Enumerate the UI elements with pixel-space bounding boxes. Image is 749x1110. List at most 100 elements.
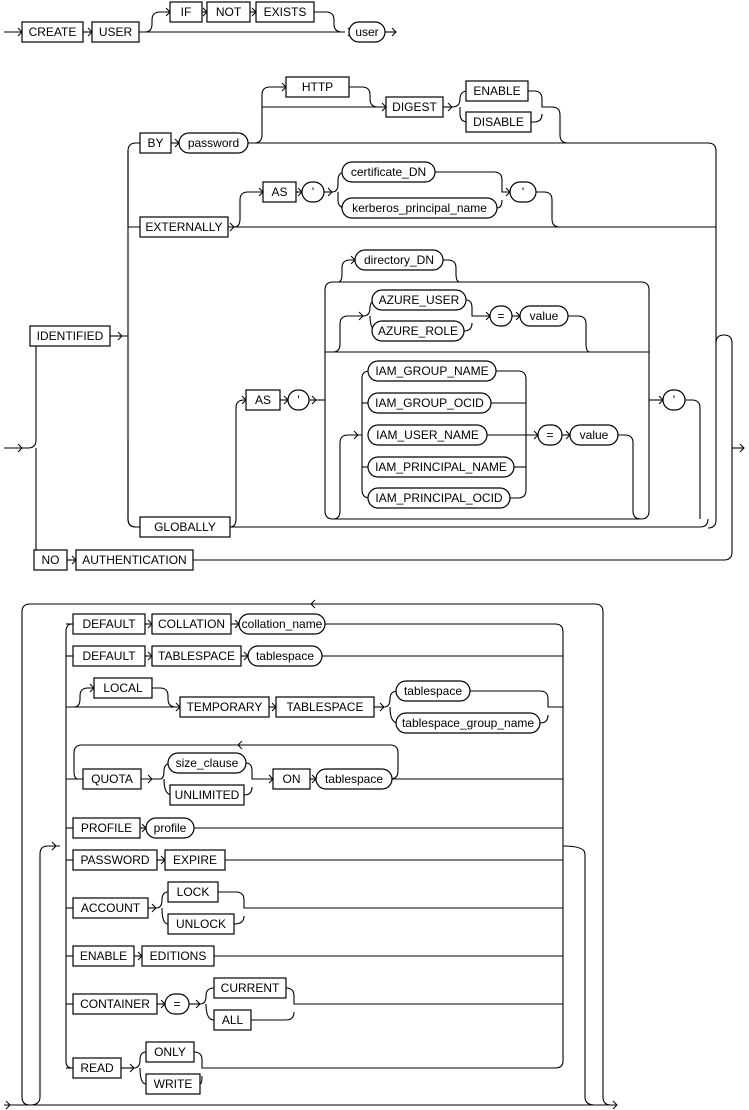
connector [443, 259, 461, 283]
nonterminal-iam-principal-ocid-label: IAM_PRINCIPAL_OCID [375, 491, 502, 505]
keyword-password-label: PASSWORD [80, 853, 149, 867]
connector [133, 1051, 147, 1069]
nonterminal-tablespace: tablespace [247, 645, 323, 667]
keyword-by-label: BY [147, 136, 163, 150]
keyword-globally-label: GLOBALLY [154, 520, 216, 534]
keyword-enable-label: ENABLE [473, 84, 520, 98]
keyword-expire-label: EXPIRE [173, 853, 217, 867]
connector [285, 987, 563, 1005]
connector [127, 440, 140, 528]
nonterminal-certificate-dn: certificate_DN [341, 161, 436, 183]
keyword-identified-label: IDENTIFIED [37, 329, 104, 343]
nonterminal-iam-group-ocid: IAM_GROUP_OCID [367, 392, 492, 414]
keyword-account: ACCOUNT [72, 897, 149, 919]
connector [349, 86, 386, 108]
keyword-enable-editions: ENABLE [72, 945, 135, 967]
keyword-tablespace-temp: TABLESPACE [275, 696, 375, 718]
keyword-local: LOCAL [93, 677, 153, 699]
keyword-temporary-label: TEMPORARY [187, 700, 263, 714]
nonterminal-iam-group-name-label: IAM_GROUP_NAME [375, 364, 488, 378]
keyword-user-label: USER [99, 25, 133, 39]
nonterminal-tablespace-group-name-label: tablespace_group_name [402, 716, 534, 730]
connector [39, 845, 60, 1097]
nonterminal-certificate-dn-label: certificate_DN [351, 165, 426, 179]
connector [122, 142, 140, 337]
nonterminal-profile: profile [145, 817, 195, 839]
nonterminal-tablespace-temp: tablespace [395, 680, 471, 702]
connector [205, 1003, 215, 1021]
keyword-enable: ENABLE [465, 80, 529, 102]
keyword-account-label: ACCOUNT [81, 901, 141, 915]
keyword-create: CREATE [21, 21, 84, 43]
connector [463, 322, 473, 332]
quote-mark-globally-close-label: ' [673, 393, 675, 407]
keyword-expire: EXPIRE [164, 849, 226, 871]
connector [199, 987, 215, 1005]
keyword-externally-label: EXTERNALLY [145, 220, 222, 234]
nonterminal-azure-role: AZURE_ROLE [371, 320, 465, 342]
keyword-default-collation-label: DEFAULT [82, 617, 136, 631]
nonterminal-tablespace-label: tablespace [256, 649, 314, 663]
connector [314, 11, 343, 33]
keyword-http: HTTP [285, 76, 350, 98]
connector [618, 434, 642, 520]
keyword-profile-label: PROFILE [81, 821, 132, 835]
connector [253, 86, 286, 144]
keyword-identified: IDENTIFIED [29, 325, 111, 347]
connector [161, 907, 169, 925]
nonterminal-azure-user: AZURE_USER [371, 289, 467, 311]
nonterminal-kerberos-principal-name-label: kerberos_principal_name [352, 201, 487, 215]
connector [685, 399, 701, 519]
connector [562, 845, 596, 1106]
quote-mark-label: ' [312, 185, 314, 199]
keyword-not: NOT [206, 1, 251, 23]
equals-sign: = [489, 305, 513, 327]
connector [465, 299, 490, 317]
nonterminal-value: value [519, 305, 569, 327]
keyword-write-label: WRITE [154, 1077, 193, 1091]
nonterminal-tablespace-quota: tablespace [315, 768, 393, 790]
keyword-if: IF [169, 1, 203, 23]
nonterminal-tablespace-quota-label: tablespace [325, 772, 383, 786]
keyword-only: ONLY [145, 1041, 195, 1063]
connector [155, 891, 169, 909]
keyword-enable-editions-label: ENABLE [80, 949, 127, 963]
keyword-on-label: ON [283, 772, 301, 786]
quote-mark-close-label: ' [522, 185, 524, 199]
keyword-on: ON [272, 768, 311, 790]
connector [536, 191, 561, 228]
keyword-unlimited-label: UNLIMITED [175, 788, 240, 802]
keyword-as-label: AS [271, 185, 287, 199]
connector [218, 891, 563, 909]
keyword-current-label: CURRENT [221, 981, 280, 995]
connector [435, 171, 510, 193]
keyword-read-label: READ [80, 1061, 114, 1075]
connector [65, 632, 73, 1069]
keyword-digest: DIGEST [385, 96, 444, 118]
keyword-write: WRITE [145, 1073, 201, 1095]
keyword-as-globally: AS [245, 389, 281, 411]
nonterminal-directory-dn: directory_DN [354, 249, 444, 271]
keyword-http-label: HTTP [302, 80, 333, 94]
keyword-no: NO [33, 549, 68, 571]
nonterminal-size-clause-label: size_clause [176, 756, 239, 770]
connector [715, 334, 733, 561]
connector [332, 434, 362, 520]
keyword-password: PASSWORD [72, 849, 158, 871]
keyword-temporary: TEMPORARY [179, 696, 270, 718]
quote-mark-globally: ' [287, 389, 310, 411]
connector [230, 518, 709, 528]
keyword-editions: EDITIONS [141, 945, 215, 967]
connector [152, 687, 180, 708]
connector [29, 1096, 41, 1106]
connector [229, 399, 246, 528]
keyword-digest-label: DIGEST [392, 100, 437, 114]
connector [139, 1067, 147, 1085]
nonterminal-kerberos-principal-name: kerberos_principal_name [341, 197, 498, 219]
connector [144, 11, 170, 33]
keyword-if-label: IF [181, 5, 192, 19]
nonterminal-user-label: user [355, 25, 378, 39]
quote-mark-globally-close: ' [662, 389, 686, 411]
nonterminal-value-iam: value [569, 424, 619, 446]
keyword-lock-label: LOCK [177, 885, 210, 899]
